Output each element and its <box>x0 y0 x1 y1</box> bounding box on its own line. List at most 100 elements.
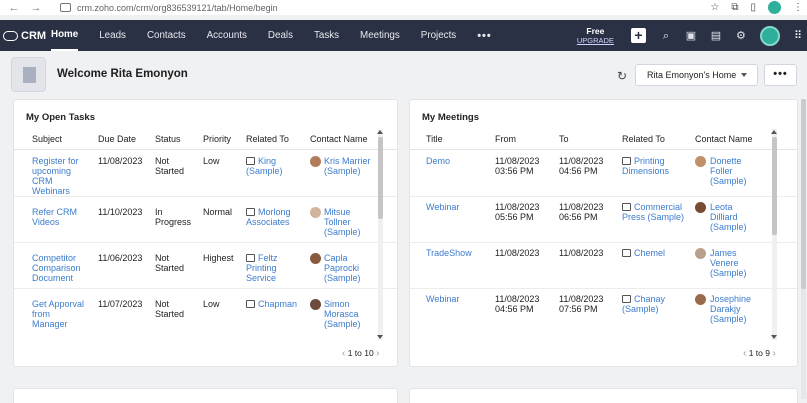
prev-page-icon[interactable]: ‹ <box>743 348 746 359</box>
more-tabs-button[interactable]: ••• <box>477 20 492 51</box>
home-view-select[interactable]: Rita Emonyon's Home <box>635 64 758 86</box>
gear-icon[interactable]: ⚙ <box>735 30 747 42</box>
building-icon <box>23 67 36 83</box>
scroll-thumb[interactable] <box>378 137 383 219</box>
contact-name-link[interactable]: Leota Dilliard (Sample) <box>710 202 760 232</box>
task-subject-link[interactable]: Refer CRM Videos <box>32 207 87 227</box>
tab-home[interactable]: Home <box>51 20 79 51</box>
related-to-link[interactable]: King (Sample) <box>246 156 304 176</box>
open-tasks-card: My Open Tasks Subject Due Date Status Pr… <box>13 99 398 367</box>
contact-name-link[interactable]: Josephine Darakjy (Sample) <box>710 294 760 324</box>
related-to-link[interactable]: Chapman <box>246 299 298 309</box>
tab-leads[interactable]: Leads <box>99 20 126 51</box>
column-header[interactable]: Related To <box>246 134 289 144</box>
pagination: ‹ 1 to 9 › <box>743 348 776 359</box>
tab-contacts[interactable]: Contacts <box>147 20 186 51</box>
lower-right-card <box>409 388 798 403</box>
task-subject-link[interactable]: Competitor Comparison Document <box>32 253 88 283</box>
kebab-icon[interactable]: ⋮ <box>793 2 803 13</box>
scroll-down-icon[interactable] <box>771 335 777 339</box>
contact-avatar <box>310 299 321 310</box>
column-header[interactable]: Title <box>426 134 443 144</box>
calendar-icon[interactable]: ▣ <box>685 30 697 42</box>
related-to-link[interactable]: Printing Dimensions <box>622 156 686 176</box>
sidebar-icon[interactable]: ▯ <box>750 2 756 13</box>
column-header[interactable]: Related To <box>622 134 665 144</box>
scrollbar[interactable] <box>771 129 777 340</box>
contact-name-link[interactable]: Donette Foller (Sample) <box>710 156 760 186</box>
scroll-thumb[interactable] <box>772 137 777 235</box>
column-header[interactable]: Contact Name <box>695 134 753 144</box>
task-due-date: 11/10/2023 <box>98 207 143 217</box>
table-row: Register for upcoming CRM Webinars 11/08… <box>14 151 397 197</box>
plus-icon[interactable]: + <box>630 28 646 43</box>
column-header[interactable]: Subject <box>32 134 62 144</box>
search-icon[interactable]: ⌕ <box>660 30 672 42</box>
tab-projects[interactable]: Projects <box>421 20 456 51</box>
plan-label: Free <box>586 25 605 36</box>
page-range: 1 to 9 <box>748 348 770 358</box>
column-header[interactable]: Priority <box>203 134 231 144</box>
crm-logo[interactable]: CRM <box>3 30 51 42</box>
related-to-link[interactable]: Feltz Printing Service <box>246 253 298 283</box>
forward-arrow-icon[interactable]: → <box>28 2 44 14</box>
tab-tasks[interactable]: Tasks <box>314 20 339 51</box>
tab-meetings[interactable]: Meetings <box>360 20 400 51</box>
related-to-link[interactable]: Commercial Press (Sample) <box>622 202 686 222</box>
table-row: Competitor Comparison Document 11/06/202… <box>14 243 397 289</box>
page-scroll-thumb[interactable] <box>801 99 806 289</box>
contact-name-link[interactable]: Kris Marrier (Sample) <box>324 156 378 176</box>
prev-page-icon[interactable]: ‹ <box>342 348 345 359</box>
related-to-link[interactable]: Chemel <box>622 248 686 258</box>
profile-icon[interactable] <box>768 1 781 14</box>
scroll-up-icon[interactable] <box>377 130 383 134</box>
next-page-icon[interactable]: › <box>772 348 775 359</box>
upgrade-link[interactable]: Free UPGRADE <box>577 26 614 46</box>
column-header[interactable]: From <box>495 134 516 144</box>
meeting-title-link[interactable]: Demo <box>426 156 450 166</box>
task-priority: Low <box>203 299 220 309</box>
contact-name-link[interactable]: Simon Morasca (Sample) <box>324 299 378 329</box>
scrollbar[interactable] <box>377 129 383 340</box>
site-info-icon[interactable] <box>60 3 71 12</box>
scroll-down-icon[interactable] <box>377 335 383 339</box>
table-row: TradeShow 11/08/2023 11/08/2023 Chemel J… <box>410 243 797 289</box>
top-navigation: CRM Home Leads Contacts Accounts Deals T… <box>0 20 807 51</box>
upgrade-label[interactable]: UPGRADE <box>577 36 614 46</box>
star-icon[interactable]: ☆ <box>710 2 719 13</box>
more-options-button[interactable]: ••• <box>764 64 797 86</box>
column-header[interactable]: Due Date <box>98 134 136 144</box>
browser-toolbar: ← → crm.zoho.com/crm/org836539121/tab/Ho… <box>0 0 807 15</box>
avatar[interactable] <box>759 25 780 46</box>
meeting-title-link[interactable]: TradeShow <box>426 248 472 258</box>
page-scrollbar[interactable] <box>801 99 806 399</box>
related-to-link[interactable]: Morlong Associates <box>246 207 308 227</box>
meeting-title-link[interactable]: Webinar <box>426 294 459 304</box>
meeting-to: 11/08/2023 04:56 PM <box>559 156 604 176</box>
apps-grid-icon[interactable]: ⠿ <box>794 29 802 42</box>
column-header[interactable]: Status <box>155 134 181 144</box>
column-header[interactable]: To <box>559 134 569 144</box>
task-subject-link[interactable]: Register for upcoming CRM Webinars <box>32 156 87 196</box>
tab-deals[interactable]: Deals <box>268 20 293 51</box>
back-arrow-icon[interactable]: ← <box>6 2 22 14</box>
scroll-up-icon[interactable] <box>771 130 777 134</box>
extension-icon[interactable]: ⧉ <box>731 2 738 13</box>
meeting-from: 11/08/2023 <box>495 248 540 258</box>
contact-name-link[interactable]: Mitsue Tollner (Sample) <box>324 207 378 237</box>
column-header[interactable]: Contact Name <box>310 134 368 144</box>
contact-name-link[interactable]: James Venere (Sample) <box>710 248 760 278</box>
task-priority: Low <box>203 156 220 166</box>
module-tabs: Home Leads Contacts Accounts Deals Tasks… <box>51 20 513 51</box>
task-subject-link[interactable]: Get Apporval from Manager <box>32 299 88 329</box>
meeting-from: 11/08/2023 03:56 PM <box>495 156 540 176</box>
account-icon <box>622 295 631 303</box>
address-bar[interactable]: crm.zoho.com/crm/org836539121/tab/Home/b… <box>77 3 278 13</box>
tab-accounts[interactable]: Accounts <box>207 20 247 51</box>
related-to-link[interactable]: Chanay (Sample) <box>622 294 686 314</box>
next-page-icon[interactable]: › <box>376 348 379 359</box>
bag-icon[interactable]: ▤ <box>710 30 722 42</box>
contact-name-link[interactable]: Capla Paprocki (Sample) <box>324 253 378 283</box>
meeting-title-link[interactable]: Webinar <box>426 202 459 212</box>
refresh-icon[interactable]: ↻ <box>617 69 627 83</box>
